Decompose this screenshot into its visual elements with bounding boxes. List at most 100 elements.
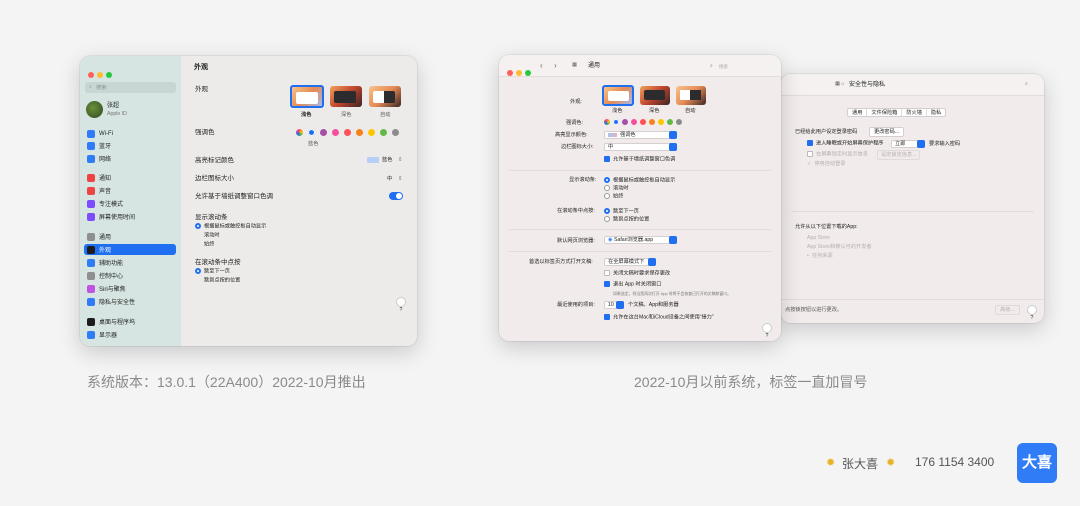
accent-color-swatch[interactable] [392,129,399,136]
ask-save-checkbox[interactable]: 关闭文稿时要求保存更改 [604,270,670,277]
sidebar-item-network[interactable]: 网络 [84,153,176,164]
highlight-color-popup[interactable]: 蓝色 ⇕ [367,156,403,165]
change-password-button[interactable]: 更改密码... [869,127,905,138]
theme-dark[interactable] [640,86,670,105]
sidebar-item-appearance[interactable]: 外观 [84,244,176,255]
icon-size-value[interactable]: 中 [387,176,392,182]
click-option-next-page[interactable]: 跳至下一页 [604,208,639,215]
scrollbar-option-scrolling[interactable]: 滚动时 [195,232,220,239]
avatar[interactable] [86,101,103,118]
sidebar-item-focus[interactable]: 专注模式 [84,198,176,209]
radio [604,216,610,222]
wallpaper-tint-checkbox[interactable]: 允许基于墙纸调整窗口色调 [604,156,675,163]
back-icon[interactable]: ‹ [540,61,543,71]
tab-general[interactable]: 通用 [848,109,866,116]
accent-color-swatch[interactable] [649,119,655,125]
sidebar-item-notifications[interactable]: 通知 [84,172,176,183]
accent-color-swatch[interactable] [667,119,673,125]
accent-color-swatch[interactable] [356,129,363,136]
wallpaper-tint-toggle[interactable] [389,192,403,200]
theme-dark[interactable] [330,86,362,107]
click-scrollbar-label: 在滚动条中点按 [195,259,241,266]
tab-filevault[interactable]: 文件保险箱 [866,109,901,116]
sidebar-item-bluetooth[interactable]: 蓝牙 [84,140,176,151]
accent-color-swatch[interactable] [368,129,375,136]
accent-color-swatch[interactable] [320,129,327,136]
option-label: 跳至下一页 [613,208,639,215]
accent-color-swatch[interactable] [344,129,351,136]
sidebar-item-general[interactable]: 通用 [84,231,176,242]
sidebar-item-control-center[interactable]: 控制中心 [84,270,176,281]
highlight-color-select[interactable]: 强调色 [604,131,677,139]
minimize-icon[interactable] [97,72,103,78]
grid-icon[interactable]: ▦ [572,62,577,68]
theme-light[interactable] [290,85,324,108]
icon-size-select[interactable]: 中 [604,143,677,151]
sidebar-item-displays[interactable]: 显示器 [84,329,176,340]
grid-icon[interactable]: ▦ [835,81,840,87]
prefer-tabs-select[interactable]: 在全屏幕模式下 [604,258,656,266]
forward-icon[interactable]: › [554,61,557,71]
accent-color-swatch[interactable] [613,119,619,125]
scrollbar-option-auto[interactable]: 根据鼠标或触控板自动显示 [195,223,266,230]
accent-color-swatch[interactable] [676,119,682,125]
accent-color-swatch[interactable] [622,119,628,125]
accent-color-swatch[interactable] [604,119,610,125]
page-title: 外观 [194,64,208,71]
scrollbar-option-scrolling[interactable]: 滚动时 [604,185,629,192]
theme-light[interactable] [602,85,634,106]
allow-option-anywhere[interactable]: • 任何来源 [807,253,833,259]
allow-option-store[interactable]: App Store [807,235,830,241]
click-option-spot[interactable]: 跳到点按的位置 [195,277,240,284]
sidebar-item-siri-spotlight[interactable]: Siri与聚焦 [84,283,176,294]
search-input[interactable]: ⌕ 搜索 [85,82,176,93]
wallpaper-tint-label: 允许基于墙纸调整窗口色调 [195,193,273,200]
sidebar-item-wifi[interactable]: Wi-Fi [84,128,176,139]
show-message-checkbox[interactable]: 在屏幕锁定时显示信息 [807,151,868,158]
help-button[interactable]: ? [396,297,406,313]
search-input[interactable]: ⌕ 搜索 [710,62,770,71]
close-icon[interactable] [507,70,513,76]
theme-auto[interactable] [676,86,706,105]
accent-color-swatch[interactable] [380,129,387,136]
recent-items-select[interactable]: 10 [604,301,624,309]
caption-left: 系统版本：13.0.1（22A400）2022-10月推出 [87,374,366,390]
help-button[interactable]: ? [762,323,772,339]
tab-privacy[interactable]: 隐私 [925,109,945,116]
accent-color-swatch[interactable] [308,129,315,136]
scrollbar-option-always[interactable]: 始终 [195,241,214,248]
sidebar-item-desktop-dock[interactable]: 桌面与程序坞 [84,316,176,327]
tab-firewall[interactable]: 防火墙 [901,109,926,116]
accent-color-swatch[interactable] [658,119,664,125]
scrollbar-option-always[interactable]: 始终 [604,193,623,200]
accent-color-swatch[interactable] [332,129,339,136]
sidebar-item-privacy-security[interactable]: 隐私与安全性 [84,296,176,307]
sidebar-item-sound[interactable]: 声音 [84,185,176,196]
close-windows-checkbox[interactable]: 退出 App 时关闭窗口 [604,281,661,288]
click-option-next-page[interactable]: 跳至下一页 [195,268,230,275]
accent-color-swatch[interactable] [296,129,303,136]
minimize-icon[interactable] [516,70,522,76]
accent-color-swatch[interactable] [631,119,637,125]
sidebar-item-screen-time[interactable]: 屏幕使用时间 [84,211,176,222]
help-button[interactable]: ? [1027,305,1037,321]
search-icon[interactable]: ⌕ [1025,81,1028,87]
chevron-updown-icon [669,236,677,244]
theme-auto[interactable] [369,86,401,107]
accent-color-swatch[interactable] [640,119,646,125]
disable-autologin-checkbox[interactable]: ✓ 停用自动登录 [807,161,846,167]
close-icon[interactable] [88,72,94,78]
sidebar-item-accessibility[interactable]: 辅助功能 [84,257,176,268]
zoom-icon[interactable] [106,72,112,78]
set-lock-message-button[interactable]: 设定锁定信息... [877,150,921,161]
click-option-spot[interactable]: 跳到点按的位置 [604,216,649,223]
handoff-checkbox[interactable]: 允许在这台Mac和iCloud设备之间使用“接力” [604,314,714,321]
advanced-button[interactable]: 高级... [995,305,1020,316]
scrollbar-option-auto[interactable]: 根据鼠标或触控板自动显示 [604,177,675,184]
allow-option-identified[interactable]: App Store和被认可的开发者 [807,244,872,250]
require-password-checkbox[interactable]: 进入睡眠或开始屏幕保护程序 [807,140,883,147]
zoom-icon[interactable] [525,70,531,76]
recent-items-suffix: 个文稿、App和服务器 [628,302,679,308]
require-password-select[interactable]: 立即 [891,140,925,148]
default-browser-select[interactable]: ◉ Safari浏览器.app [604,236,677,244]
